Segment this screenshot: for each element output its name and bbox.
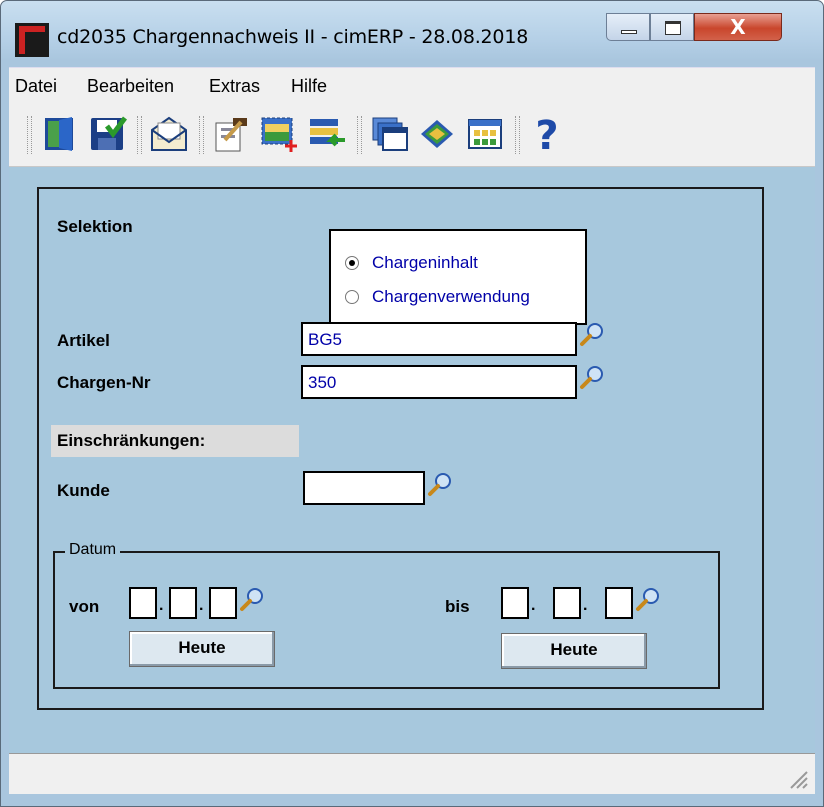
- chargen-nr-label: Chargen-Nr: [57, 373, 151, 392]
- date-separator: .: [159, 597, 164, 614]
- bis-label: bis: [445, 597, 470, 616]
- book-icon[interactable]: [417, 114, 457, 154]
- import-list-icon[interactable]: [307, 114, 347, 154]
- von-date-lookup-icon[interactable]: [239, 586, 265, 612]
- menu-hilfe[interactable]: Hilfe: [291, 76, 327, 97]
- bis-day-input[interactable]: [501, 587, 529, 619]
- menu-datei-label: Datei: [15, 76, 58, 96]
- toolbar-separator: [27, 116, 32, 154]
- status-bar: [9, 753, 815, 794]
- toolbar-separator: [199, 116, 204, 154]
- caption-buttons: X: [606, 13, 782, 41]
- selektion-label: Selektion: [57, 217, 133, 236]
- menu-extras[interactable]: Extras: [209, 76, 260, 97]
- datum-legend: Datum: [65, 541, 121, 559]
- restrictions-heading: Einschränkungen:: [51, 425, 299, 457]
- menu-bar: Datei Bearbeiten Extras Hilfe: [9, 67, 815, 104]
- radio-button-unchecked[interactable]: [345, 290, 359, 304]
- form-frame: Selektion Chargeninhalt Chargenverwendun…: [37, 187, 764, 710]
- kunde-input[interactable]: [303, 471, 425, 505]
- grid-icon[interactable]: [465, 114, 505, 154]
- von-year-input[interactable]: [209, 587, 237, 619]
- resize-grip-icon[interactable]: [787, 768, 809, 790]
- save-icon[interactable]: [87, 114, 127, 154]
- menu-extras-label: Extras: [209, 76, 261, 96]
- help-icon[interactable]: ?: [527, 114, 567, 154]
- von-month-input[interactable]: [169, 587, 197, 619]
- menu-bearbeiten[interactable]: Bearbeiten: [87, 76, 174, 97]
- minimize-button[interactable]: [606, 13, 650, 41]
- toolbar: ?: [9, 104, 815, 167]
- menu-datei[interactable]: Datei: [15, 76, 57, 97]
- client-area: Selektion Chargeninhalt Chargenverwendun…: [9, 167, 815, 753]
- restrictions-heading-text: Einschränkungen:: [57, 431, 206, 450]
- von-heute-button[interactable]: Heute: [129, 631, 275, 667]
- date-separator: .: [199, 597, 204, 614]
- menu-bearbeiten-label: Bearbeiten: [87, 76, 175, 96]
- bis-date-lookup-icon[interactable]: [635, 586, 661, 612]
- chargen-lookup-icon[interactable]: [579, 364, 605, 390]
- app-window: cd2035 Chargennachweis II - cimERP - 28.…: [0, 0, 824, 807]
- toolbar-separator: [137, 116, 142, 154]
- artikel-input[interactable]: BG5: [301, 322, 577, 356]
- radio-chargeninhalt-label: Chargeninhalt: [372, 253, 478, 272]
- close-button[interactable]: X: [694, 13, 782, 41]
- help-glyph: ?: [535, 114, 558, 154]
- edit-icon[interactable]: [211, 114, 251, 154]
- exit-door-icon[interactable]: [39, 114, 79, 154]
- minimize-icon: [621, 30, 637, 34]
- title-bar[interactable]: cd2035 Chargennachweis II - cimERP - 28.…: [1, 1, 823, 63]
- bis-heute-button[interactable]: Heute: [501, 633, 647, 669]
- window-title: cd2035 Chargennachweis II - cimERP - 28.…: [57, 26, 529, 48]
- artikel-label: Artikel: [57, 331, 110, 350]
- mail-icon[interactable]: [149, 114, 189, 154]
- bis-month-input[interactable]: [553, 587, 581, 619]
- radio-chargenverwendung[interactable]: Chargenverwendung: [345, 285, 530, 309]
- windows-icon[interactable]: [369, 114, 409, 154]
- artikel-lookup-icon[interactable]: [579, 321, 605, 347]
- maximize-icon: [665, 21, 681, 35]
- artikel-value: BG5: [308, 330, 343, 349]
- bis-year-input[interactable]: [605, 587, 633, 619]
- chargen-nr-value: 350: [308, 373, 337, 392]
- radio-chargeninhalt[interactable]: Chargeninhalt: [345, 251, 478, 275]
- maximize-button[interactable]: [650, 13, 694, 41]
- new-selection-icon[interactable]: [259, 114, 299, 154]
- app-logo-icon: [15, 23, 49, 57]
- close-icon: X: [730, 15, 746, 39]
- kunde-lookup-icon[interactable]: [427, 471, 453, 497]
- radio-button-checked[interactable]: [345, 256, 359, 270]
- menu-hilfe-label: Hilfe: [291, 76, 328, 96]
- von-day-input[interactable]: [129, 587, 157, 619]
- kunde-label: Kunde: [57, 481, 110, 500]
- selektion-radio-group: Chargeninhalt Chargenverwendung: [329, 229, 587, 325]
- datum-group: Datum von . . Heute bis . . Heute: [53, 541, 720, 689]
- chargen-nr-input[interactable]: 350: [301, 365, 577, 399]
- toolbar-separator: [515, 116, 520, 154]
- von-label: von: [69, 597, 100, 616]
- date-separator: .: [531, 597, 536, 614]
- radio-chargenverwendung-label: Chargenverwendung: [372, 287, 530, 306]
- date-separator: .: [583, 597, 588, 614]
- toolbar-separator: [357, 116, 362, 154]
